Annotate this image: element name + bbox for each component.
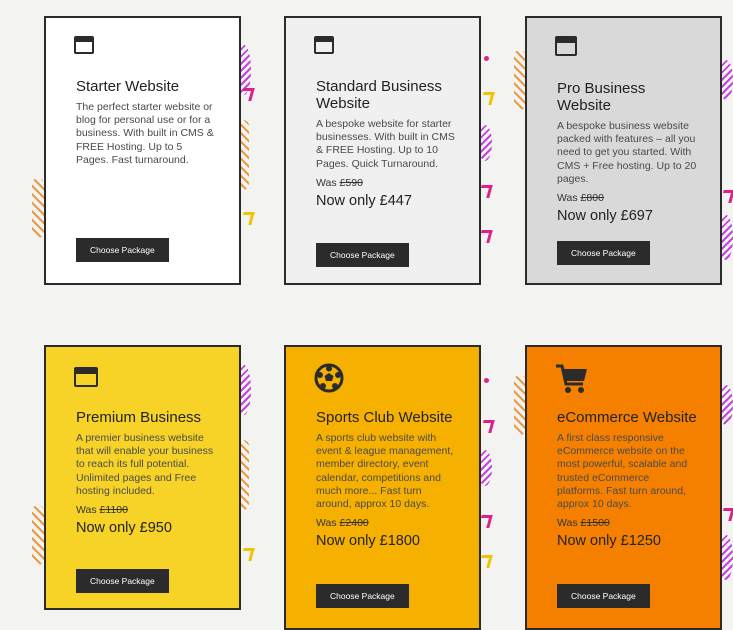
browser-window-icon [555, 36, 577, 61]
decorative-shape [480, 420, 495, 433]
was-label: Was [557, 517, 578, 530]
package-title: Sports Club Website [316, 409, 453, 426]
was-price-line: Was £2400 [316, 517, 457, 529]
decorative-shape [720, 508, 733, 521]
was-label: Was [316, 517, 337, 530]
was-price: £800 [580, 192, 604, 205]
choose-package-button[interactable]: Choose Package [316, 243, 409, 267]
package-description: A bespoke business website packed with f… [557, 120, 697, 185]
package-title: eCommerce Website [557, 409, 697, 426]
was-price: £590 [339, 176, 363, 189]
shopping-cart-icon [555, 363, 589, 400]
package-title: Standard Business Website [316, 78, 442, 112]
decorative-shape [240, 88, 255, 101]
was-price: £1500 [580, 517, 610, 530]
now-price: Now only £447 [316, 192, 412, 209]
soccer-ball-icon [314, 363, 344, 398]
was-label: Was [557, 192, 578, 205]
browser-window-icon [314, 36, 334, 59]
now-price: Now only £950 [76, 520, 172, 537]
now-price: Now only £1800 [316, 533, 420, 550]
package-card-ecommerce: eCommerce Website A first class responsi… [525, 345, 722, 630]
package-description: A premier business website that will ena… [76, 432, 214, 497]
package-description: A sports club website with event & leagu… [316, 432, 454, 511]
was-price-line: Was £1500 [557, 517, 698, 529]
package-card-sports-club: Sports Club Website A sports club websit… [284, 345, 481, 630]
browser-window-icon [74, 36, 94, 59]
package-description: A first class responsive eCommerce websi… [557, 432, 688, 511]
was-price-line: Was £800 [557, 192, 698, 204]
choose-package-button[interactable]: Choose Package [557, 584, 650, 608]
was-price-line: Was £590 [316, 177, 457, 189]
package-title: Starter Website [76, 78, 180, 95]
choose-package-button[interactable]: Choose Package [76, 238, 169, 262]
decorative-shape [240, 548, 255, 561]
package-title: Premium Business [76, 409, 202, 426]
decorative-shape [480, 92, 495, 105]
package-description: A bespoke website for starter businesses… [316, 118, 455, 170]
package-card-premium: Premium Business A premier business webs… [44, 345, 241, 610]
package-card-standard: Standard Business Website A bespoke webs… [284, 16, 481, 285]
decorative-shape [240, 212, 255, 225]
decorative-shape [32, 505, 44, 565]
decorative-shape [32, 178, 44, 238]
decorative-shape [720, 190, 733, 203]
choose-package-button[interactable]: Choose Package [316, 584, 409, 608]
was-label: Was [316, 176, 337, 189]
decorative-shape [484, 56, 489, 61]
package-description: The perfect starter website or blog for … [76, 101, 214, 166]
now-price: Now only £1250 [557, 533, 661, 550]
browser-window-icon [74, 367, 98, 392]
now-price: Now only £697 [557, 208, 653, 225]
decorative-shape [484, 378, 489, 383]
was-price-line: Was £1100 [76, 504, 217, 516]
package-title: Pro Business Website [557, 80, 646, 114]
was-label: Was [76, 504, 97, 517]
was-price: £1100 [99, 504, 128, 517]
choose-package-button[interactable]: Choose Package [557, 241, 650, 265]
choose-package-button[interactable]: Choose Package [76, 569, 169, 593]
package-card-pro: Pro Business Website A bespoke business … [525, 16, 722, 285]
package-card-starter: Starter Website The perfect starter webs… [44, 16, 241, 285]
was-price: £2400 [339, 517, 369, 530]
